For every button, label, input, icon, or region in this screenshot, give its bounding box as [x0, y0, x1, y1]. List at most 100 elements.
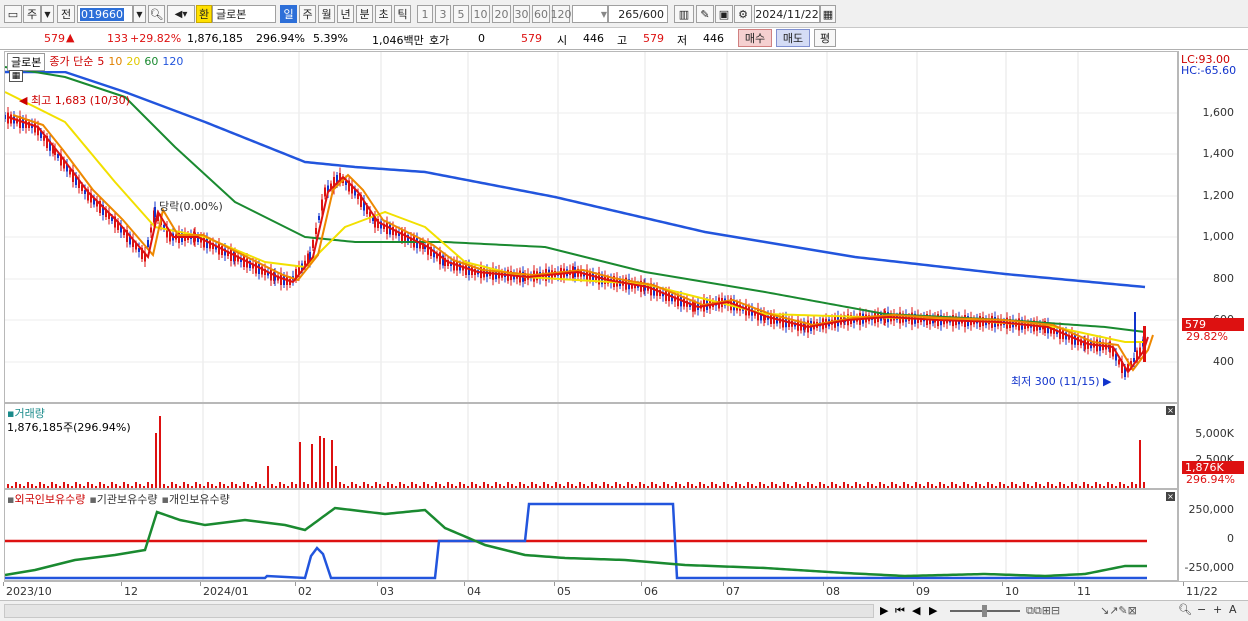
period-dropdown-icon[interactable]: ▼ — [41, 5, 54, 23]
prev-button[interactable]: 전 — [57, 5, 75, 23]
tab-year[interactable]: 년 — [337, 5, 354, 23]
volume-bar — [1143, 482, 1145, 488]
interval-button-3[interactable]: 3 — [435, 5, 451, 23]
volume-bar — [1019, 486, 1021, 488]
zoom-icon[interactable]: 🔍︎ — [1178, 603, 1192, 616]
tab-month[interactable]: 월 — [318, 5, 335, 23]
stock-dropdown-icon[interactable]: ▼ — [133, 5, 146, 23]
legend-item[interactable]: 20 — [126, 55, 140, 68]
legend-item[interactable]: 10 — [108, 55, 122, 68]
layout-icon[interactable]: ⧉⧉⊞⊟ — [1026, 604, 1060, 618]
volume-bar — [623, 486, 625, 488]
holdings-legend-text: 개인보유수량 — [168, 493, 230, 506]
volume-bar — [427, 484, 429, 488]
volume-bar — [27, 482, 29, 488]
volume-bar — [499, 484, 501, 488]
x-tick: 08 — [826, 585, 840, 598]
price-panel[interactable]: 글로본 종가 단순 5 10 20 60 120 ▦ ◀ 최고 1,683 (10/30)… — [4, 51, 1178, 403]
legend-item[interactable]: 60 — [144, 55, 158, 68]
count-dropdown[interactable]: ▼ — [572, 5, 608, 23]
tools-icon[interactable]: ↘↗✎⊠ — [1100, 604, 1137, 617]
volume-bar — [951, 482, 953, 488]
tab-second[interactable]: 초 — [375, 5, 392, 23]
interval-button-120[interactable]: 120 — [551, 5, 572, 23]
tab-day[interactable]: 일 — [280, 5, 297, 23]
x-tick-mark — [200, 582, 201, 586]
volume-bar — [43, 484, 45, 488]
legend-item[interactable]: 120 — [162, 55, 183, 68]
date-field[interactable]: 2024/11/22 — [754, 5, 820, 23]
volume-bar — [1047, 482, 1049, 488]
first-page-icon[interactable]: ⏮ — [895, 604, 905, 618]
tab-tick[interactable]: 틱 — [394, 5, 411, 23]
volume-bar — [995, 486, 997, 488]
volume-panel[interactable]: ▪거래량 1,876,185주(296.94%) × — [4, 403, 1178, 489]
volume-bar — [747, 482, 749, 488]
holdings-legend-item[interactable]: ▪개인보유수량 — [162, 491, 230, 507]
volume-bar — [471, 482, 473, 488]
up-arrow-icon: ▲ — [66, 31, 75, 44]
volume-bar — [15, 482, 17, 488]
draw-tool-icon[interactable]: ✎ — [696, 5, 714, 23]
high-annotation-text: 최고 1,683 (10/30) — [30, 94, 130, 107]
holdings-panel[interactable]: ▪외국인보유수량 ▪기관보유수량 ▪개인보유수량 × — [4, 489, 1178, 581]
volume-bar — [651, 482, 653, 488]
legend-item[interactable]: 5 — [97, 55, 104, 68]
eval-button[interactable]: 평 — [814, 29, 836, 47]
scroll-right-icon[interactable]: ▶ — [880, 604, 888, 617]
scroll-track[interactable] — [4, 604, 874, 618]
volume-bar — [151, 484, 153, 488]
close-icon[interactable]: × — [1166, 492, 1175, 501]
calendar-icon[interactable]: ▦ — [820, 5, 836, 23]
interval-button-60[interactable]: 60 — [532, 5, 550, 23]
interval-button-5[interactable]: 5 — [453, 5, 469, 23]
buy-button[interactable]: 매수 — [738, 29, 772, 47]
next-page-icon[interactable]: ▶ — [929, 604, 937, 617]
stock-name-field[interactable]: 글로본 — [212, 5, 276, 23]
count-field[interactable]: 265/600 — [608, 5, 668, 23]
search-icon[interactable]: 🔍︎ — [148, 5, 165, 23]
table-icon[interactable]: ▦ — [9, 70, 23, 82]
volume-bar — [131, 486, 133, 488]
speaker-icon[interactable]: ◀▾ — [167, 5, 195, 23]
font-size-icon[interactable]: A — [1229, 603, 1237, 616]
volume-bar — [891, 482, 893, 488]
period-unit-label: 주 — [26, 8, 38, 21]
volume-bar — [79, 484, 81, 488]
save-icon[interactable]: ▣ — [715, 5, 733, 23]
tab-week[interactable]: 주 — [299, 5, 316, 23]
tab-minute[interactable]: 분 — [356, 5, 373, 23]
period-unit-button[interactable]: 주 — [23, 5, 41, 23]
volume-bar — [39, 482, 41, 488]
candle-type-icon[interactable]: ▥ — [674, 5, 694, 23]
holdings-legend-item[interactable]: ▪기관보유수량 — [89, 491, 157, 507]
volume-bar — [63, 482, 65, 488]
volume-bar — [691, 484, 693, 488]
interval-button-10[interactable]: 10 — [471, 5, 490, 23]
minus-icon[interactable]: − — [1197, 603, 1206, 616]
holdings-legend-item[interactable]: ▪외국인보유수량 — [7, 491, 85, 507]
volume-bar — [263, 486, 265, 488]
legend-item[interactable]: 종가 단순 — [49, 55, 93, 68]
volume-bar — [631, 484, 633, 488]
gear-icon[interactable]: ⚙ — [734, 5, 752, 23]
interval-button-1[interactable]: 1 — [417, 5, 433, 23]
volume-bar — [883, 484, 885, 488]
currency-button[interactable]: 환 — [196, 5, 212, 23]
x-tick-mark — [641, 582, 642, 586]
zoom-handle[interactable] — [982, 605, 987, 617]
candle — [5, 115, 6, 119]
interval-button-30[interactable]: 30 — [513, 5, 530, 23]
sell-button[interactable]: 매도 — [776, 29, 810, 47]
volume-bar — [971, 486, 973, 488]
volume-bar — [1087, 484, 1089, 488]
volume-bar — [1055, 486, 1057, 488]
stock-code-input[interactable]: 019660 — [77, 5, 133, 23]
volume-bar — [903, 482, 905, 488]
volume-bar — [967, 484, 969, 488]
plus-icon[interactable]: + — [1213, 603, 1222, 616]
close-icon[interactable]: × — [1166, 406, 1175, 415]
interval-button-20[interactable]: 20 — [492, 5, 511, 23]
window-menu-icon[interactable]: ▭ — [4, 5, 22, 23]
prev-page-icon[interactable]: ◀ — [912, 604, 920, 617]
